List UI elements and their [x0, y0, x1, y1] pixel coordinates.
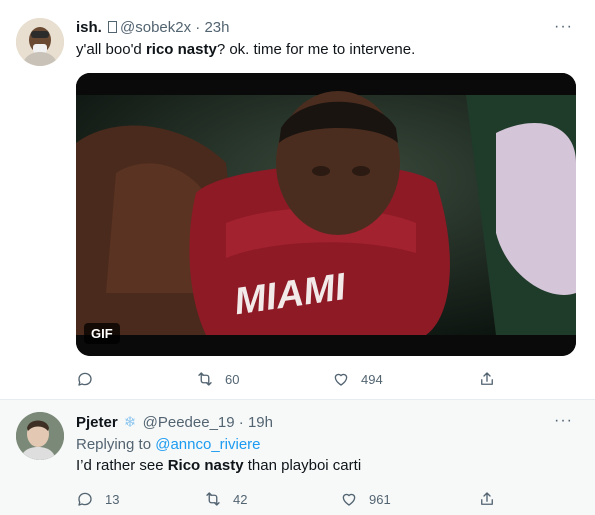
like-icon — [342, 493, 356, 506]
tweet-text-part: y'all boo'd — [76, 41, 146, 58]
reply-text: I’d rather see Rico nasty than playboi c… — [76, 456, 361, 476]
share-icon — [481, 492, 493, 505]
reply-button[interactable]: 13 — [76, 488, 119, 510]
avatar-image — [16, 18, 64, 66]
more-options-button[interactable]: ··· — [554, 18, 573, 36]
tweet-actions: 60 494 — [76, 368, 506, 390]
author-name[interactable]: ish. — [76, 19, 102, 36]
reply-text-highlight: Rico nasty — [167, 457, 244, 474]
emoji-glyph — [108, 21, 118, 33]
more-options-button[interactable]: ··· — [554, 412, 573, 430]
gif-frame: MIAMI — [76, 73, 576, 356]
snowflake-icon: ❄ — [123, 414, 137, 431]
reply-count: 13 — [105, 491, 120, 507]
retweet-icon — [198, 372, 212, 386]
separator: · — [195, 19, 201, 36]
avatar-image — [16, 412, 64, 460]
like-button[interactable]: 961 — [340, 488, 391, 510]
tweet-text-highlight: rico nasty — [145, 41, 217, 58]
like-icon — [334, 373, 348, 386]
tweet-header: ish. @sobek2x · 23h — [76, 18, 230, 38]
author-handle[interactable]: @sobek2x — [120, 19, 191, 36]
like-count: 961 — [369, 491, 391, 507]
replying-prefix: Replying to — [76, 436, 156, 453]
reply-text-part: I’d rather see — [76, 457, 168, 474]
retweet-count: 42 — [233, 491, 248, 507]
reply-timestamp[interactable]: 19h — [248, 414, 273, 431]
retweet-count: 60 — [225, 371, 240, 387]
retweet-icon — [206, 492, 220, 506]
reply-tweet[interactable]: Pjeter ❄ @Peedee_19 · 19h ··· Replying t… — [0, 400, 595, 515]
reply-icon — [78, 492, 92, 506]
share-button[interactable] — [478, 488, 496, 510]
reply-author-name[interactable]: Pjeter — [76, 414, 118, 431]
replying-to-link[interactable]: @annco_riviere — [155, 436, 260, 453]
retweet-button[interactable]: 42 — [204, 488, 247, 510]
like-count: 494 — [361, 371, 383, 387]
like-button[interactable]: 494 — [332, 368, 383, 390]
tweet-text: y'all boo'd rico nasty? ok. time for me … — [76, 40, 415, 60]
reply-author-avatar[interactable] — [16, 412, 64, 460]
reply-button[interactable] — [76, 368, 105, 390]
timestamp[interactable]: 23h — [204, 19, 229, 36]
reply-actions: 13 42 961 — [76, 488, 506, 510]
share-icon — [481, 372, 493, 385]
gif-badge: GIF — [84, 323, 120, 344]
share-button[interactable] — [478, 368, 496, 390]
author-avatar[interactable] — [16, 18, 64, 66]
separator: · — [238, 414, 244, 431]
tweet-text-part: ? ok. time for me to intervene. — [216, 41, 416, 58]
replying-to: Replying to @annco_riviere — [76, 435, 261, 455]
gif-media[interactable]: MIAMI GIF — [76, 73, 576, 356]
retweet-button[interactable]: 60 — [196, 368, 239, 390]
reply-icon — [78, 372, 92, 386]
reply-header: Pjeter ❄ @Peedee_19 · 19h — [76, 413, 273, 433]
reply-author-handle[interactable]: @Peedee_19 — [143, 414, 235, 431]
tweet[interactable]: ish. @sobek2x · 23h ··· y'all boo'd rico… — [0, 0, 595, 400]
reply-text-part: than playboi carti — [243, 457, 362, 474]
